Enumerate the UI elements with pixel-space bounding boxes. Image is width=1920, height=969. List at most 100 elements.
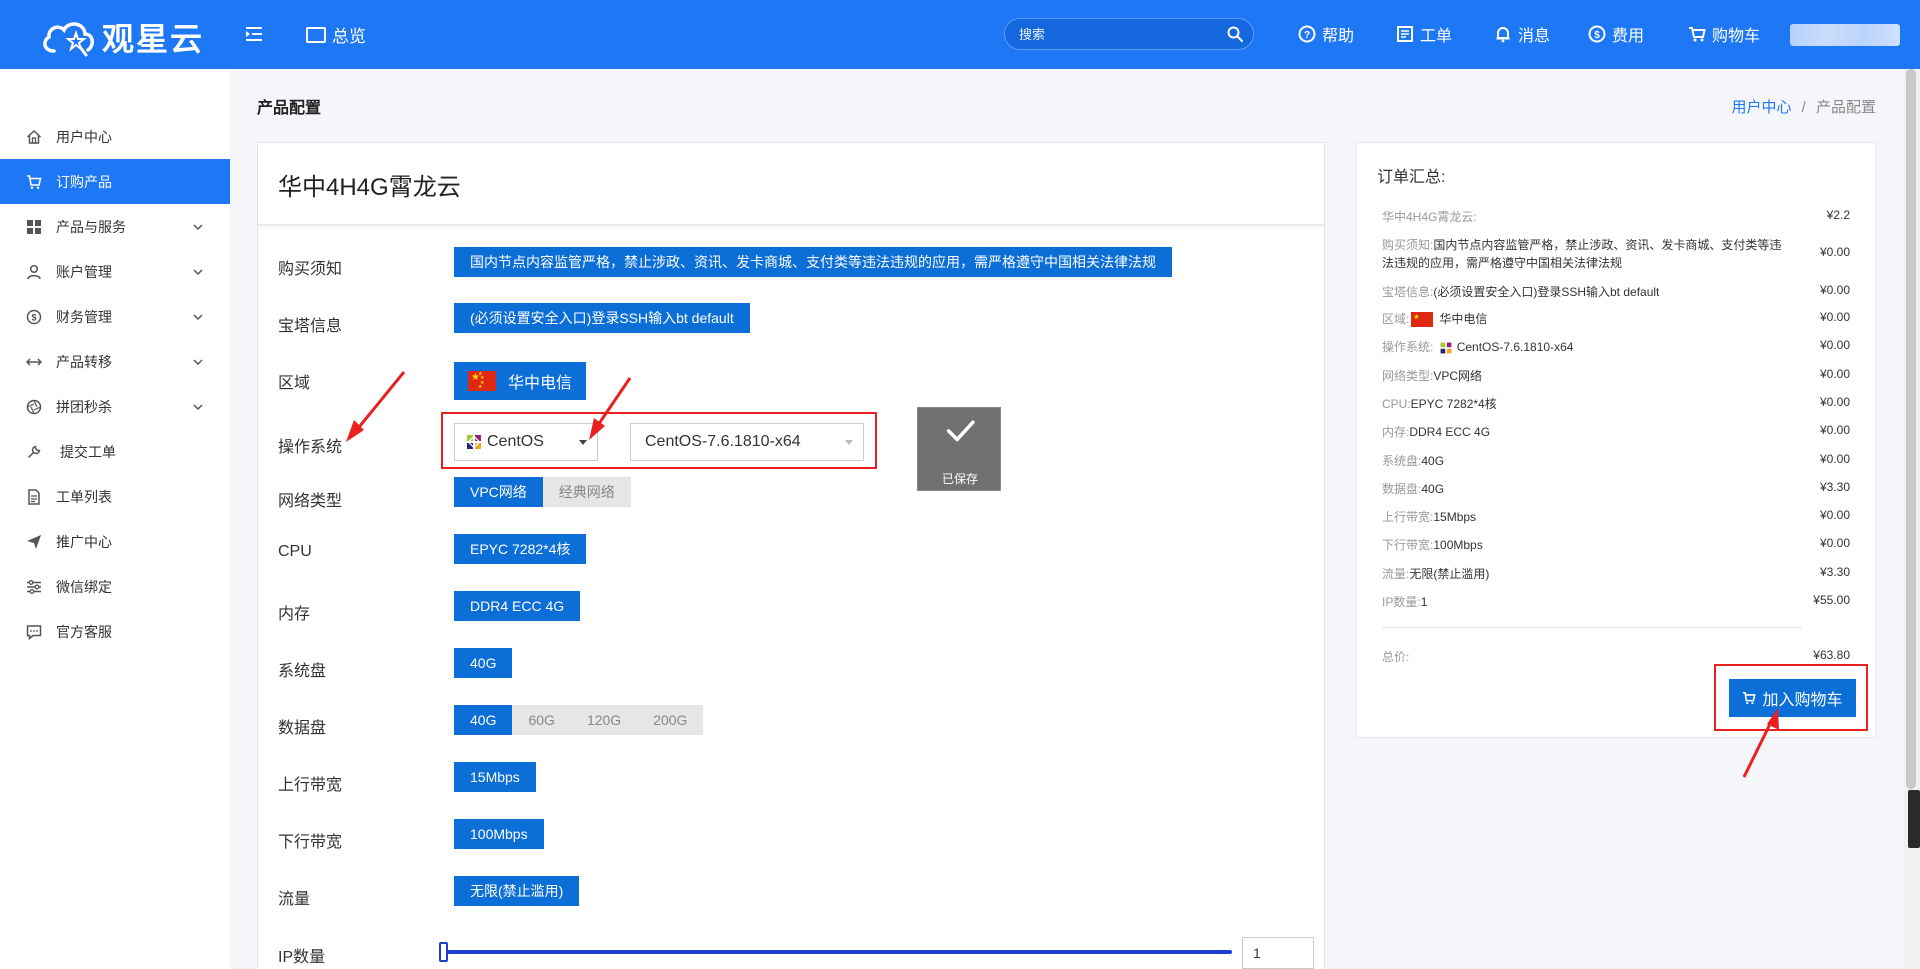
- help-link[interactable]: ? 帮助: [1298, 22, 1354, 46]
- overview-label: 总览: [332, 27, 366, 46]
- region-option-huazhong[interactable]: ★ ★ ★ ★ ★ 华中电信: [454, 362, 587, 400]
- summary-total-value: ¥63.80: [1813, 648, 1850, 662]
- caret-down-icon: [579, 440, 587, 445]
- summary-key: 流量:: [1382, 567, 1410, 581]
- sidebar-item-label: 拼团秒杀: [56, 398, 112, 415]
- chevron-down-icon: [193, 223, 203, 230]
- chevron-down-icon: [193, 313, 203, 320]
- network-option-classic[interactable]: 经典网络: [542, 477, 631, 507]
- sidebar-item-label: 订购产品: [56, 173, 112, 190]
- summary-key: 操作系统:: [1382, 340, 1434, 354]
- summary-key: 内存:: [1382, 425, 1410, 439]
- traffic-tag[interactable]: 无限(禁止滥用): [454, 876, 580, 906]
- breadcrumb-link-user-center[interactable]: 用户中心: [1731, 99, 1791, 116]
- sidebar-item-label: 推广中心: [56, 533, 112, 550]
- china-flag-icon: ★ ★ ★ ★ ★: [468, 371, 496, 391]
- add-to-cart-button[interactable]: 加入购物车: [1729, 679, 1856, 717]
- ip-count-slider-track[interactable]: [444, 950, 1232, 954]
- sidebar-item-ticket-list[interactable]: 工单列表: [0, 474, 230, 519]
- sidebar-item-products-services[interactable]: 产品与服务: [0, 204, 230, 249]
- billing-link[interactable]: $ 费用: [1588, 22, 1644, 46]
- centos-icon: [1440, 342, 1452, 354]
- breadcrumb-current: 产品配置: [1815, 99, 1876, 116]
- document-icon: [28, 488, 40, 505]
- os-family-select[interactable]: CentOS: [454, 423, 598, 461]
- data-disk-option-40g[interactable]: 40G: [454, 705, 513, 735]
- add-to-cart-label: 加入购物车: [1762, 692, 1843, 709]
- send-icon: [27, 534, 41, 549]
- bt-info-tag: (必须设置安全入口)登录SSH输入bt default: [454, 303, 750, 333]
- cart-icon: [27, 174, 42, 189]
- summary-price: ¥3.30: [1819, 565, 1850, 579]
- wrench-icon: [27, 445, 41, 458]
- summary-text: DDR4 ECC 4G: [1409, 425, 1491, 439]
- sidebar-item-account[interactable]: 账户管理: [0, 249, 230, 294]
- summary-key: 区域:: [1382, 312, 1410, 326]
- summary-text: 华中电信: [1439, 312, 1488, 326]
- menu-toggle-icon[interactable]: [244, 24, 264, 44]
- data-disk-label: 数据盘: [278, 720, 327, 737]
- cpu-tag[interactable]: EPYC 7282*4核: [454, 534, 587, 564]
- floating-widget[interactable]: [1908, 790, 1920, 848]
- sidebar-item-label: 工单列表: [56, 488, 112, 505]
- summary-text: 40G: [1421, 454, 1445, 468]
- message-label: 消息: [1518, 28, 1551, 45]
- summary-divider: [1382, 627, 1802, 628]
- summary-price: ¥55.00: [1813, 593, 1850, 607]
- ticket-link[interactable]: 工单: [1396, 22, 1452, 46]
- download-bandwidth-tag[interactable]: 100Mbps: [454, 819, 544, 849]
- data-disk-option-200g[interactable]: 200G: [637, 705, 704, 735]
- scrollbar-thumb[interactable]: [1906, 69, 1916, 789]
- sidebar-item-official-service[interactable]: 官方客服: [0, 609, 230, 654]
- sidebar-item-submit-ticket[interactable]: 提交工单: [0, 429, 230, 474]
- product-name: 华中4H4G霄龙云: [278, 174, 461, 201]
- summary-key: CPU:: [1382, 397, 1411, 411]
- sidebar-item-promotion[interactable]: 推广中心: [0, 519, 230, 564]
- os-version-select[interactable]: CentOS-7.6.1810-x64: [630, 423, 864, 461]
- sidebar-item-wechat-bind[interactable]: 微信绑定: [0, 564, 230, 609]
- data-disk-option-60g[interactable]: 60G: [512, 705, 571, 735]
- ticket-icon: [1397, 26, 1413, 42]
- system-disk-tag[interactable]: 40G: [454, 648, 513, 678]
- sidebar-item-finance[interactable]: $ 财务管理: [0, 294, 230, 339]
- cart-icon: [1743, 691, 1757, 705]
- summary-key: 购买须知:: [1382, 238, 1434, 252]
- data-disk-option-120g[interactable]: 120G: [570, 705, 638, 735]
- search-input[interactable]: [1019, 25, 1219, 43]
- user-account-menu[interactable]: [1790, 24, 1900, 46]
- summary-total-label: 总价:: [1382, 650, 1410, 664]
- summary-text: (必须设置安全入口)登录SSH输入bt default: [1433, 285, 1660, 299]
- system-disk-label: 系统盘: [278, 663, 327, 680]
- upload-bandwidth-tag[interactable]: 15Mbps: [454, 762, 536, 792]
- message-link[interactable]: 消息: [1494, 22, 1550, 46]
- page-title: 产品配置: [257, 100, 322, 117]
- svg-text:$: $: [31, 312, 36, 322]
- brand-logo[interactable]: 观星云: [40, 14, 204, 60]
- summary-price: ¥0.00: [1819, 395, 1850, 409]
- summary-row-data-disk: 数据盘:40G ¥3.30: [1382, 480, 1850, 497]
- traffic-label: 流量: [278, 891, 311, 908]
- summary-text: 1: [1420, 595, 1428, 609]
- ticket-label: 工单: [1420, 28, 1453, 45]
- sidebar-item-group-flash-sale[interactable]: 拼团秒杀: [0, 384, 230, 429]
- sidebar-item-order-product[interactable]: 订购产品: [0, 159, 230, 204]
- dollar-icon: $: [1588, 25, 1606, 43]
- top-bar: 观星云 总览 ? 帮助 工单 消息 $ 费用 购物车: [0, 0, 1920, 69]
- network-option-vpc[interactable]: VPC网络: [454, 477, 543, 507]
- notice-label: 购买须知: [278, 261, 343, 278]
- summary-row-notice: 购买须知:国内节点内容监管严格，禁止涉政、资讯、发卡商城、支付类等违法违规的应用…: [1382, 236, 1850, 272]
- search-icon[interactable]: [1227, 26, 1243, 42]
- centos-icon: [467, 435, 481, 449]
- ip-count-slider-handle[interactable]: [439, 942, 448, 962]
- summary-text: 国内节点内容监管严格，禁止涉政、资讯、发卡商城、支付类等违法违规的应用，需严格遵…: [1382, 238, 1782, 270]
- memory-tag[interactable]: DDR4 ECC 4G: [454, 591, 581, 621]
- sidebar-item-label: 提交工单: [60, 443, 116, 460]
- upload-bandwidth-label: 上行带宽: [278, 777, 343, 794]
- sidebar-item-product-transfer[interactable]: 产品转移: [0, 339, 230, 384]
- sidebar-item-label: 产品转移: [56, 353, 112, 370]
- overview-link[interactable]: 总览: [306, 22, 366, 47]
- sidebar-item-user-center[interactable]: 用户中心: [0, 114, 230, 159]
- cart-link[interactable]: 购物车: [1688, 22, 1760, 46]
- ip-count-input[interactable]: [1242, 937, 1314, 969]
- summary-price: ¥0.00: [1819, 283, 1850, 297]
